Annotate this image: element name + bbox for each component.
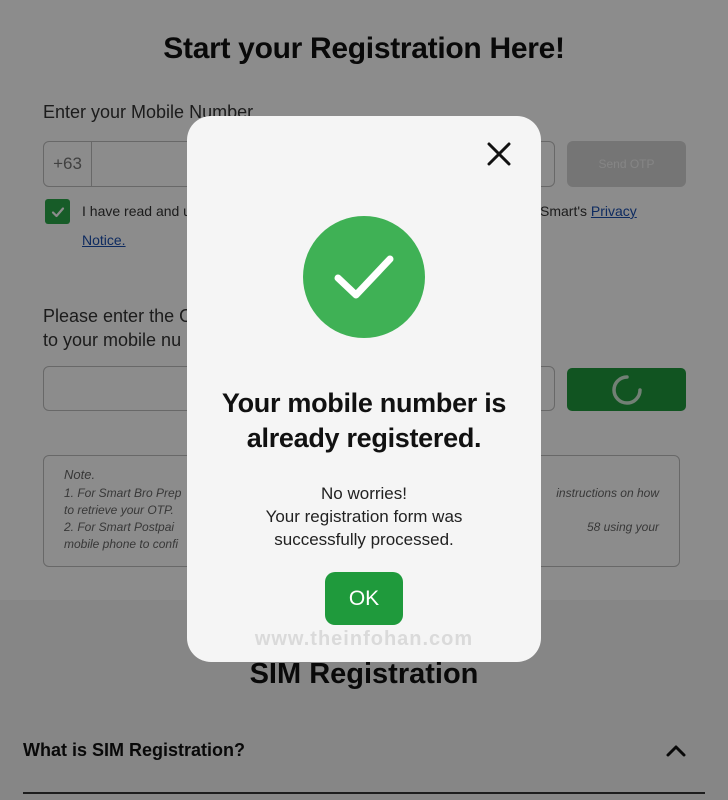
modal-message-line-2: Your registration form was [265, 507, 463, 526]
modal-heading: Your mobile number is already registered… [221, 388, 507, 453]
modal-message: No worries! Your registration form was s… [187, 482, 541, 551]
checkmark-icon [334, 255, 394, 299]
modal-message-line-3: successfully processed. [274, 530, 454, 549]
already-registered-modal: Your mobile number is already registered… [187, 116, 541, 662]
watermark: www.theinfohan.com [254, 628, 474, 650]
modal-message-line-1: No worries! [321, 484, 407, 503]
close-icon [487, 142, 511, 166]
ok-button[interactable]: OK [325, 572, 403, 625]
success-check-circle [303, 216, 425, 338]
close-button[interactable] [481, 136, 517, 172]
